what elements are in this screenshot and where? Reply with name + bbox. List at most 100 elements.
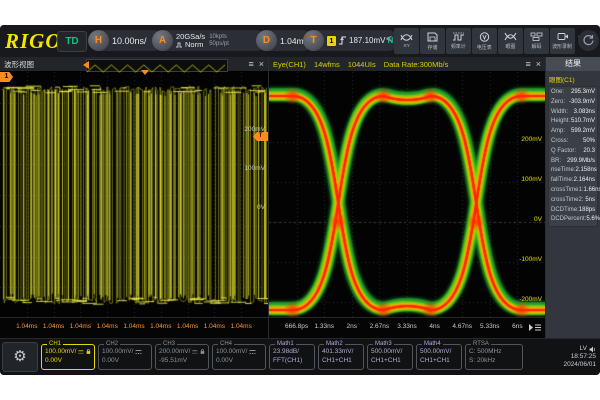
y-axis-label: 200mV [244, 126, 265, 133]
trigger-knob[interactable]: T [303, 30, 324, 51]
channel-name: CH4 [218, 341, 234, 347]
eye-panel-header: Eye(CH1) 14wfms 1044UIs Data Rate:300Mb/… [269, 57, 545, 72]
tool-xy[interactable]: XY [394, 28, 419, 54]
tool-voltmeter[interactable]: 电压表 [472, 28, 497, 54]
eye-menu-icon[interactable]: ≡ [525, 57, 530, 72]
eye-settings-flyout-icon[interactable] [528, 322, 542, 333]
waveform-view-panel: 波形视图 ≡ × 1 T 200mV100mV0V 1.04ms1.04ms1.… [0, 57, 269, 338]
tool-eye[interactable]: 眼图 [498, 28, 523, 54]
math-box[interactable]: Math3 500.00mV/ CH1+CH1 [367, 344, 413, 370]
acq-wave-icon [176, 42, 184, 48]
lock-icon [86, 348, 91, 355]
math-expression: CH1+CH1 [322, 356, 352, 365]
refresh-button[interactable] [578, 30, 599, 51]
eye-canvas[interactable] [269, 72, 545, 318]
x-axis-label: 4.67ns [452, 323, 472, 330]
measurement-label: Width: [551, 108, 568, 118]
waveform-plot[interactable]: 1 T 200mV100mV0V [0, 72, 268, 318]
dc-coupling-icon [78, 349, 84, 355]
measurement-value: 2.158ns [575, 166, 596, 176]
x-axis-label: 1.04ms [123, 323, 144, 330]
trigger-level: 187.10mV [349, 36, 385, 45]
bottom-status-bar: ⚙ CH1 100.00mV/ 0.00V CH2 100.00mV/ [0, 338, 600, 375]
rtsa-name: RTSA [471, 341, 491, 347]
measurement-value: 295.3mV [571, 88, 595, 98]
x-axis-label: 1.04ms [204, 323, 225, 330]
channel-box[interactable]: CH4 100.00mV/ 0.00V [212, 344, 266, 370]
channel-box[interactable]: CH1 100.00mV/ 0.00V [41, 344, 95, 370]
measurement-value: 1.66ns [583, 186, 600, 196]
measurement-label: crossTime1: [551, 186, 583, 196]
waveform-axis-row: 1.04ms1.04ms1.04ms1.04ms1.04ms1.04ms1.04… [0, 317, 268, 338]
x-axis-label: 1.33ns [314, 323, 334, 330]
measurement-value: 510.7mV [571, 117, 595, 127]
voltmeter-icon [479, 32, 490, 42]
channel-name: CH2 [104, 341, 120, 347]
measurement-row: Zero: -303.9mV [549, 98, 597, 108]
measurement-row: BR: 299.9Mb/s [549, 157, 597, 167]
channel-box[interactable]: CH3 200.00mV/ -95.51mV [155, 344, 209, 370]
x-axis-label: 2.67ns [370, 323, 390, 330]
x-axis-label: 1.04ms [43, 323, 64, 330]
math-box[interactable]: Math1 23.98dB/ FFT(CH1) [269, 344, 315, 370]
acquire-box[interactable]: 20GSa/s Norm 10kpts 50ps/pt [163, 30, 266, 51]
eye-plot[interactable]: 200mV100mV0V-100mV-200mV [269, 72, 545, 318]
math-box[interactable]: Math2 401.33mV/ CH1+CH1 [318, 344, 364, 370]
measurement-value: 2.164ns [574, 176, 595, 186]
waveform-canvas[interactable] [0, 72, 268, 318]
channel-scale: 100.00mV/ [102, 347, 133, 356]
settings-button[interactable]: ⚙ [2, 342, 38, 372]
trigger-source-badge: 1 [327, 36, 336, 46]
x-axis-label: 1.04ms [150, 323, 171, 330]
lock-icon [200, 348, 205, 355]
measurement-value: 5ns [585, 196, 595, 206]
x-axis-label: 666.8ps [285, 323, 308, 330]
x-axis-label: 3.33ns [397, 323, 417, 330]
clock-box[interactable]: LV 18:57:25 2024/06/01 [548, 345, 598, 369]
math-expression: CH1+CH1 [420, 356, 450, 365]
clock-time: 18:57:25 [548, 353, 596, 361]
toolbar-tools: XY 存储 频率计 电压表 眼图 解码 [394, 28, 575, 54]
measurement-label: DCDTime: [551, 206, 579, 216]
toolbar-scroll-left[interactable]: < [386, 34, 392, 45]
tool-storage[interactable]: 存储 [420, 28, 445, 54]
eye-wfms-count: 14wfms [314, 60, 340, 69]
preview-cursor-icon[interactable] [83, 61, 89, 69]
measurement-row: Amp: 599.2mV [549, 127, 597, 137]
lan-status: LV [580, 345, 587, 353]
waveform-menu-icon[interactable]: ≡ [248, 57, 253, 72]
waveform-preview-strip[interactable] [86, 59, 228, 72]
tool-decode[interactable]: 解码 [524, 28, 549, 54]
display-area: 波形视图 ≡ × 1 T 200mV100mV0V 1.04ms1.04ms1.… [0, 57, 600, 338]
eye-uis-count: 1044UIs [348, 60, 376, 69]
edge-trigger-icon [338, 35, 347, 46]
rtsa-box[interactable]: RTSA C: 500MHz S: 20kHz [465, 344, 523, 370]
waveform-x-axis: 1.04ms1.04ms1.04ms1.04ms1.04ms1.04ms1.04… [0, 323, 268, 333]
eye-close-icon[interactable]: × [536, 57, 541, 72]
math-box[interactable]: Math4 500.00mV/ CH1+CH1 [416, 344, 462, 370]
eye-panel-title: Eye(CH1) [273, 60, 306, 69]
waveform-close-icon[interactable]: × [259, 57, 264, 72]
x-axis-label: 1.04ms [70, 323, 91, 330]
acquire-knob[interactable]: A [152, 30, 173, 51]
measurement-label: Cross: [551, 137, 568, 147]
sample-resolution: 50ps/pt [209, 41, 229, 48]
measurement-label: BR: [551, 157, 561, 167]
math-scale: 500.00mV/ [420, 347, 451, 356]
decode-icon [530, 32, 543, 41]
delay-knob[interactable]: D [256, 30, 277, 51]
tool-record[interactable]: 波形录制 [550, 28, 575, 54]
results-tab-eye[interactable]: 眼图(C1) [546, 71, 600, 85]
math-name: Math3 [373, 341, 394, 347]
measurement-value: 188ps [579, 206, 595, 216]
results-sidebar: 结果 眼图(C1) One: 295.3mV Zero: -303.9mV [546, 57, 600, 338]
x-axis-label: 6ns [512, 323, 522, 330]
horizontal-knob[interactable]: H [88, 30, 109, 51]
measurement-value: 299.9Mb/s [567, 157, 595, 167]
channel-box[interactable]: CH2 100.00mV/ 0.00V [98, 344, 152, 370]
x-axis-label: 1.04ms [177, 323, 198, 330]
results-title: 结果 [546, 57, 600, 71]
measurement-row: DCDPercent: 5.6% [549, 215, 597, 225]
measurement-value: 20.3 [583, 147, 595, 157]
tool-counter[interactable]: 频率计 [446, 28, 471, 54]
